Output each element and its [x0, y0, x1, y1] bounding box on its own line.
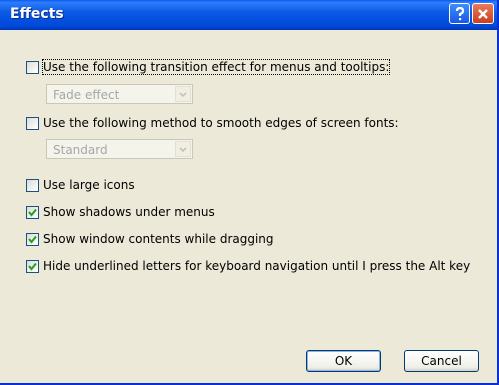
checkmark-icon [28, 262, 37, 271]
option-label: Show window contents while dragging [43, 232, 274, 246]
option-large-icons[interactable]: Use large icons [26, 177, 135, 193]
option-window-contents-dragging[interactable]: Show window contents while dragging [26, 231, 274, 247]
option-label: Hide underlined letters for keyboard nav… [43, 259, 471, 273]
checkbox-transition-effect[interactable] [26, 60, 39, 74]
dropdown-value: Fade effect [53, 88, 120, 102]
checkbox-hide-underlined-letters[interactable] [26, 259, 39, 273]
option-label: Use large icons [43, 178, 135, 192]
chevron-down-icon [175, 86, 191, 102]
checkbox-window-contents-dragging[interactable] [26, 232, 39, 246]
option-hide-underlined-letters[interactable]: Hide underlined letters for keyboard nav… [26, 258, 470, 274]
chevron-down-icon [175, 141, 191, 157]
cancel-button[interactable]: Cancel [404, 350, 479, 372]
option-smooth-fonts[interactable]: Use the following method to smooth edges… [26, 115, 399, 131]
close-x-icon [477, 8, 489, 20]
effects-dialog: Effects Use the following transition eff… [0, 0, 499, 385]
dialog-title: Effects [10, 6, 64, 22]
dropdown-value: Standard [53, 143, 108, 157]
option-label: Use the following method to smooth edges… [43, 116, 399, 130]
close-button[interactable] [472, 3, 494, 24]
checkbox-menu-shadows[interactable] [26, 205, 39, 219]
option-label: Show shadows under menus [43, 205, 215, 219]
option-menu-shadows[interactable]: Show shadows under menus [26, 204, 215, 220]
transition-effect-dropdown: Fade effect [46, 84, 193, 104]
question-mark-icon [454, 6, 466, 21]
option-label: Use the following transition effect for … [41, 59, 391, 75]
smoothing-method-dropdown: Standard [46, 139, 193, 159]
checkmark-icon [28, 208, 37, 217]
title-bar[interactable]: Effects [0, 0, 497, 30]
help-button[interactable] [449, 3, 470, 24]
checkbox-smooth-fonts[interactable] [26, 116, 39, 130]
option-transition-effect[interactable]: Use the following transition effect for … [26, 59, 391, 75]
checkbox-large-icons[interactable] [26, 178, 39, 192]
checkmark-icon [28, 235, 37, 244]
ok-button[interactable]: OK [306, 350, 381, 372]
